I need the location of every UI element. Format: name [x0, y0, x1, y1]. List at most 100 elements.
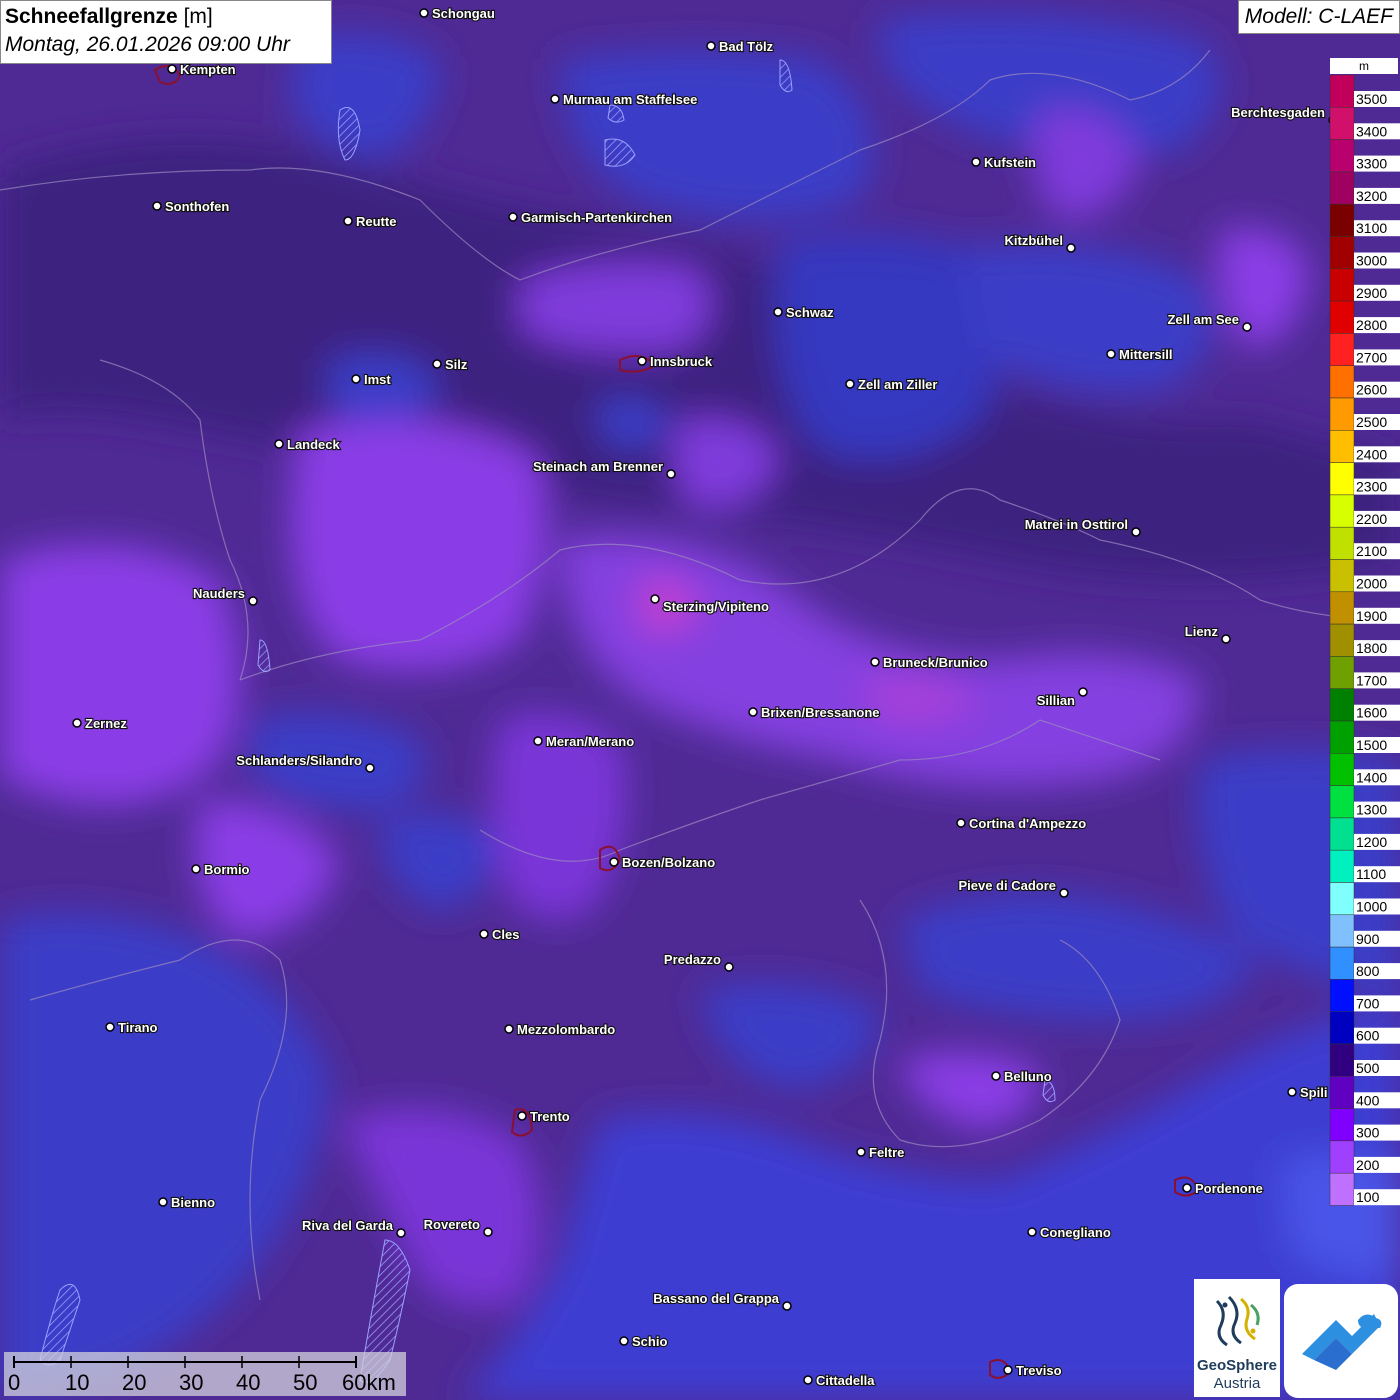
legend-label: 600: [1356, 1028, 1380, 1044]
forecast-datetime: Montag, 26.01.2026 09:00 Uhr: [5, 33, 290, 56]
city-dot: [152, 201, 162, 211]
scale-bar-label: 40: [236, 1370, 261, 1395]
legend-label: 3500: [1356, 91, 1387, 107]
legend-label: 2100: [1356, 543, 1387, 559]
legend-label: 900: [1356, 931, 1380, 947]
city-label: Cles: [492, 927, 519, 942]
city-label: Silz: [445, 357, 468, 372]
city-marker: Schongau: [419, 5, 496, 22]
city-label: Rovereto: [424, 1217, 480, 1232]
legend-swatch: [1329, 1076, 1355, 1109]
city-label: Imst: [364, 372, 391, 387]
city-label: Riva del Garda: [302, 1218, 394, 1233]
legend-swatch: [1329, 688, 1355, 722]
legend-label: 1800: [1356, 640, 1387, 656]
city-marker: Sonthofen: [152, 198, 230, 215]
city-label: Nauders: [193, 586, 245, 601]
city-dot: [517, 1111, 527, 1121]
city-dot: [479, 929, 489, 939]
city-marker: Bruneck/Brunico: [870, 654, 989, 671]
city-label: Kitzbühel: [1005, 233, 1064, 248]
legend-swatch: [1329, 753, 1355, 786]
city-dot: [870, 657, 880, 667]
city-marker: Bozen/Bolzano: [609, 854, 716, 871]
city-marker: Innsbruck: [637, 353, 714, 370]
city-dot: [782, 1301, 792, 1311]
city-label: Bruneck/Brunico: [883, 655, 988, 670]
legend-swatch: [1329, 1011, 1355, 1045]
logo-name-line2: Austria: [1213, 1375, 1261, 1392]
city-label: Bozen/Bolzano: [622, 855, 715, 870]
city-label: Pordenone: [1195, 1181, 1263, 1196]
city-label: Matrei in Osttirol: [1025, 517, 1128, 532]
city-label: Zell am Ziller: [858, 377, 937, 392]
city-dot: [533, 736, 543, 746]
city-label: Lienz: [1185, 624, 1219, 639]
app-logo[interactable]: [1284, 1284, 1398, 1398]
legend-label: 3000: [1356, 253, 1387, 269]
city-marker: Brixen/Bressanone: [748, 704, 881, 721]
legend-swatch: [1329, 268, 1355, 302]
legend-label: 2200: [1356, 511, 1387, 527]
city-dot: [1182, 1183, 1192, 1193]
city-dot: [1106, 349, 1116, 359]
legend-label: 1600: [1356, 705, 1387, 721]
city-dot: [1221, 634, 1231, 644]
scale-bar-ruler: [13, 1356, 357, 1368]
legend-swatch: [1329, 300, 1355, 334]
legend-swatch: [1329, 139, 1355, 173]
scale-bar-labels: 0 10 20 30 40 50 60km: [4, 1370, 406, 1395]
city-marker: Mezzolombardo: [504, 1021, 616, 1038]
city-marker: Conegliano: [1027, 1224, 1112, 1241]
city-label: Belluno: [1004, 1069, 1052, 1084]
legend-label: 3100: [1356, 220, 1387, 236]
legend-label: 1000: [1356, 899, 1387, 915]
legend-label: 2700: [1356, 349, 1387, 365]
scale-bar-label: 10: [65, 1370, 90, 1395]
city-dot: [396, 1228, 406, 1238]
city-label: Spili: [1300, 1085, 1327, 1100]
city-label: Garmisch-Partenkirchen: [521, 210, 672, 225]
city-label: Conegliano: [1040, 1225, 1111, 1240]
scale-bar-label: 30: [179, 1370, 204, 1395]
legend-swatch: [1329, 914, 1355, 948]
city-label: Reutte: [356, 214, 396, 229]
city-label: Tirano: [118, 1020, 158, 1035]
legend-label: 2400: [1356, 446, 1387, 462]
legend-swatch: [1329, 623, 1355, 657]
legend-swatch: [1329, 526, 1355, 560]
city-dot: [650, 594, 660, 604]
city-dot: [666, 469, 676, 479]
legend-swatch: [1329, 1108, 1355, 1142]
legend-label: 2500: [1356, 414, 1387, 430]
legend-swatch: [1329, 75, 1355, 108]
model-label: Modell: C-LAEF: [1237, 0, 1400, 34]
city-dot: [504, 1024, 514, 1034]
city-label: Sterzing/Vipiteno: [663, 599, 769, 614]
city-dot: [991, 1071, 1001, 1081]
geosphere-logo: GeoSphere Austria: [1194, 1279, 1280, 1397]
scale-bar-label: 60km: [342, 1370, 396, 1395]
city-dot: [508, 212, 518, 222]
city-dot: [365, 763, 375, 773]
snowfall-limit-map: Schongau Bad Tölz Kempten Murnau am Staffel…: [0, 0, 1400, 1400]
city-dot: [351, 374, 361, 384]
city-label: Cortina d'Ampezzo: [969, 816, 1086, 831]
city-label: Zernez: [85, 716, 127, 731]
city-dot: [706, 41, 716, 51]
legend-swatch: [1329, 203, 1355, 237]
legend-label: 2600: [1356, 382, 1387, 398]
city-dot: [1027, 1227, 1037, 1237]
legend-swatch: [1329, 462, 1355, 496]
city-dot: [1131, 527, 1141, 537]
city-label: Bormio: [204, 862, 250, 877]
legend-swatch: [1329, 979, 1355, 1012]
city-dot: [956, 818, 966, 828]
legend-unit: m: [1330, 58, 1398, 74]
city-dot: [550, 94, 560, 104]
city-label: Schio: [632, 1334, 667, 1349]
city-label: Landeck: [287, 437, 341, 452]
legend-label: 1900: [1356, 608, 1387, 624]
logo-name-line1: GeoSphere: [1196, 1357, 1278, 1374]
legend-swatch: [1329, 656, 1355, 689]
